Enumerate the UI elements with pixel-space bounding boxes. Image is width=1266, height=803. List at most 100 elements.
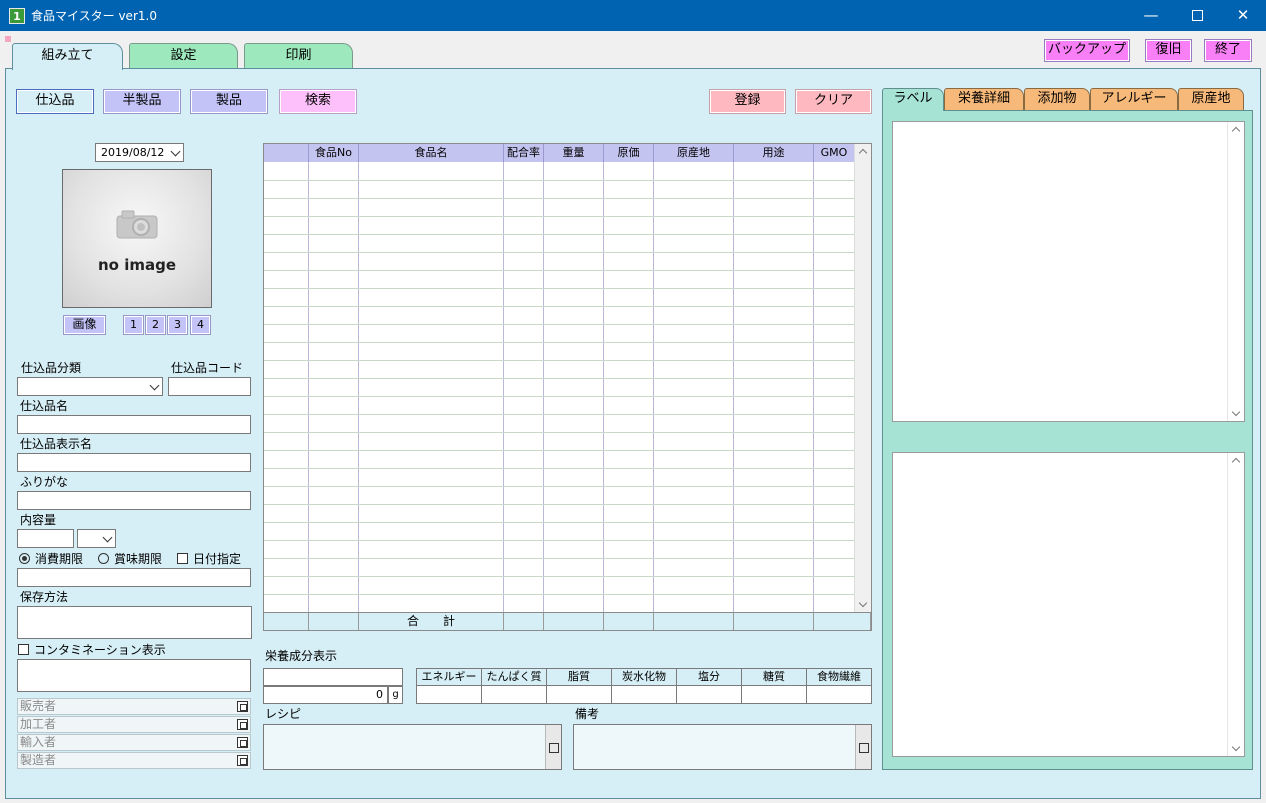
- search-button[interactable]: 検索: [279, 89, 357, 114]
- tab-origin[interactable]: 原産地: [1178, 88, 1244, 110]
- expiry-consume-option[interactable]: 消費期限: [19, 552, 83, 566]
- close-button[interactable]: ✕: [1220, 0, 1266, 31]
- display-name-input[interactable]: [17, 453, 251, 472]
- table-row[interactable]: [264, 486, 855, 487]
- copy-icon[interactable]: [237, 755, 248, 766]
- grid-col-cost[interactable]: 原価: [604, 144, 654, 162]
- name-input[interactable]: [17, 415, 251, 434]
- seller-field[interactable]: 販売者: [17, 698, 251, 715]
- contamination-checkbox[interactable]: コンタミネーション表示: [18, 643, 166, 657]
- ingredient-grid[interactable]: 食品No 食品名 配合率 重量 原価 原産地 用途 GMO 合 計: [263, 143, 872, 631]
- label-text-area-bottom[interactable]: [892, 452, 1245, 757]
- grid-col-usage[interactable]: 用途: [734, 144, 814, 162]
- table-row[interactable]: [264, 468, 855, 469]
- copy-icon[interactable]: [237, 737, 248, 748]
- furigana-input[interactable]: [17, 491, 251, 510]
- processor-field[interactable]: 加工者: [17, 716, 251, 733]
- manufacturer-field[interactable]: 製造者: [17, 752, 251, 769]
- copy-icon[interactable]: [237, 719, 248, 730]
- copy-icon[interactable]: [237, 701, 248, 712]
- backup-button[interactable]: バックアップ: [1044, 39, 1130, 62]
- table-row[interactable]: [264, 558, 855, 559]
- date-value: 2019/08/12: [101, 146, 165, 159]
- table-row[interactable]: [264, 432, 855, 433]
- contamination-input[interactable]: [17, 659, 251, 692]
- image-button[interactable]: 画像: [63, 315, 106, 335]
- content-amount-input[interactable]: [17, 529, 74, 548]
- hanseihin-button[interactable]: 半製品: [103, 89, 181, 114]
- tab-nutrition-detail[interactable]: 栄養詳細: [944, 88, 1024, 110]
- scroll-up-icon[interactable]: [1231, 457, 1241, 467]
- table-row[interactable]: [264, 450, 855, 451]
- table-row[interactable]: [264, 306, 855, 307]
- grid-scrollbar[interactable]: [854, 144, 871, 612]
- tab-settings[interactable]: 設定: [129, 43, 238, 69]
- shikomi-button[interactable]: 仕込品: [16, 89, 94, 114]
- tab-label[interactable]: ラベル: [882, 88, 944, 111]
- grid-col-food-no[interactable]: 食品No: [309, 144, 359, 162]
- table-row[interactable]: [264, 252, 855, 253]
- scroll-up-icon[interactable]: [1231, 126, 1241, 136]
- scroll-up-icon[interactable]: [858, 148, 868, 158]
- table-row[interactable]: [264, 360, 855, 361]
- table-row[interactable]: [264, 378, 855, 379]
- nutrition-weight-input[interactable]: 0: [263, 686, 388, 704]
- table-row[interactable]: [264, 594, 855, 595]
- grid-col-origin[interactable]: 原産地: [654, 144, 734, 162]
- recipe-input[interactable]: [263, 724, 562, 770]
- importer-field[interactable]: 輸入者: [17, 734, 251, 751]
- tab-allergy[interactable]: アレルギー: [1090, 88, 1178, 110]
- grid-col-gmo[interactable]: GMO: [814, 144, 855, 162]
- table-row[interactable]: [264, 234, 855, 235]
- label-bottom-scrollbar[interactable]: [1227, 453, 1244, 756]
- table-row[interactable]: [264, 324, 855, 325]
- date-picker[interactable]: 2019/08/12: [95, 143, 184, 162]
- table-row[interactable]: [264, 414, 855, 415]
- scroll-down-icon[interactable]: [858, 598, 868, 608]
- tab-assembly[interactable]: 組み立て: [12, 43, 123, 70]
- notes-input[interactable]: [573, 724, 872, 770]
- table-row[interactable]: [264, 396, 855, 397]
- table-row[interactable]: [264, 198, 855, 199]
- nutrition-basis-input[interactable]: [263, 668, 403, 686]
- seihin-button[interactable]: 製品: [190, 89, 268, 114]
- image-1-button[interactable]: 1: [123, 315, 144, 335]
- clear-button[interactable]: クリア: [795, 89, 872, 114]
- storage-input[interactable]: [17, 606, 252, 639]
- table-row[interactable]: [264, 270, 855, 271]
- exit-button[interactable]: 終了: [1204, 39, 1252, 62]
- table-row[interactable]: [264, 342, 855, 343]
- table-row[interactable]: [264, 504, 855, 505]
- date-spec-checkbox[interactable]: 日付指定: [177, 552, 241, 566]
- table-row[interactable]: [264, 576, 855, 577]
- table-row[interactable]: [264, 216, 855, 217]
- table-row[interactable]: [264, 540, 855, 541]
- category-select[interactable]: [17, 377, 163, 396]
- tab-print[interactable]: 印刷: [244, 43, 353, 69]
- minimize-button[interactable]: —: [1128, 0, 1174, 31]
- table-row[interactable]: [264, 522, 855, 523]
- label-top-scrollbar[interactable]: [1227, 122, 1244, 421]
- code-input[interactable]: [168, 377, 251, 396]
- expiry-best-before-option[interactable]: 賞味期限: [98, 552, 162, 566]
- label-text-area-top[interactable]: [892, 121, 1245, 422]
- table-row[interactable]: [264, 288, 855, 289]
- recipe-copy-icon[interactable]: [545, 725, 561, 769]
- grid-col-food-name[interactable]: 食品名: [359, 144, 504, 162]
- maximize-button[interactable]: [1174, 0, 1220, 31]
- table-row[interactable]: [264, 180, 855, 181]
- grid-col-select[interactable]: [264, 144, 309, 162]
- grid-col-ratio[interactable]: 配合率: [504, 144, 544, 162]
- content-unit-select[interactable]: [77, 529, 116, 548]
- notes-copy-icon[interactable]: [855, 725, 871, 769]
- expiry-date-input[interactable]: [17, 568, 251, 587]
- image-2-button[interactable]: 2: [145, 315, 166, 335]
- scroll-down-icon[interactable]: [1231, 407, 1241, 417]
- tab-additives[interactable]: 添加物: [1024, 88, 1090, 110]
- register-button[interactable]: 登録: [709, 89, 786, 114]
- scroll-down-icon[interactable]: [1231, 742, 1241, 752]
- image-3-button[interactable]: 3: [167, 315, 188, 335]
- image-4-button[interactable]: 4: [190, 315, 211, 335]
- restore-button[interactable]: 復旧: [1145, 39, 1192, 62]
- grid-col-weight[interactable]: 重量: [544, 144, 604, 162]
